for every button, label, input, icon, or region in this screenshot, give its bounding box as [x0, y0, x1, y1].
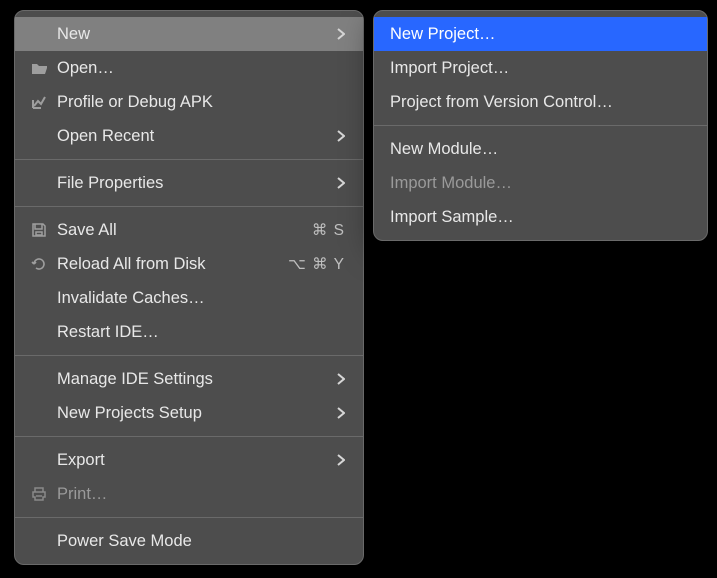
- menu-item-label: Reload All from Disk: [57, 255, 288, 274]
- menu-separator: [15, 436, 363, 437]
- menu-item-open[interactable]: Open…: [15, 51, 363, 85]
- save-icon: [31, 222, 57, 238]
- menu-item-label: Import Sample…: [390, 208, 689, 227]
- menu-item-label: Import Module…: [390, 174, 689, 193]
- chevron-right-icon: [331, 28, 345, 40]
- menu-separator: [15, 355, 363, 356]
- submenu-item-import-module: Import Module…: [374, 166, 707, 200]
- menu-item-label: Invalidate Caches…: [57, 289, 345, 308]
- file-menu: New Open… Profile or Debug APK Open Rece…: [14, 10, 364, 565]
- menu-item-file-properties[interactable]: File Properties: [15, 166, 363, 200]
- chevron-right-icon: [331, 177, 345, 189]
- menu-item-label: Power Save Mode: [57, 532, 345, 551]
- menu-item-open-recent[interactable]: Open Recent: [15, 119, 363, 153]
- menu-item-label: Export: [57, 451, 331, 470]
- menu-item-reload-all-from-disk[interactable]: Reload All from Disk ⌥ ⌘ Y: [15, 247, 363, 281]
- submenu-item-import-project[interactable]: Import Project…: [374, 51, 707, 85]
- menu-separator: [15, 159, 363, 160]
- menu-item-invalidate-caches[interactable]: Invalidate Caches…: [15, 281, 363, 315]
- menu-item-label: Save All: [57, 221, 289, 240]
- menu-item-print: Print…: [15, 477, 363, 511]
- menu-item-label: File Properties: [57, 174, 331, 193]
- menu-separator: [374, 125, 707, 126]
- menu-item-label: Project from Version Control…: [390, 93, 689, 112]
- menu-separator: [15, 517, 363, 518]
- menu-item-label: New Projects Setup: [57, 404, 331, 423]
- menu-separator: [15, 206, 363, 207]
- print-icon: [31, 486, 57, 502]
- menu-item-label: New Project…: [390, 25, 689, 44]
- menu-item-label: New Module…: [390, 140, 689, 159]
- menu-shortcut: ⌥ ⌘ Y: [288, 255, 345, 274]
- menu-item-label: Restart IDE…: [57, 323, 345, 342]
- folder-open-icon: [31, 61, 57, 75]
- menu-item-label: Import Project…: [390, 59, 689, 78]
- menu-item-label: Open Recent: [57, 127, 331, 146]
- menu-item-restart-ide[interactable]: Restart IDE…: [15, 315, 363, 349]
- submenu-item-new-module[interactable]: New Module…: [374, 132, 707, 166]
- menu-item-save-all[interactable]: Save All ⌘ S: [15, 213, 363, 247]
- submenu-item-new-project[interactable]: New Project…: [374, 17, 707, 51]
- menu-item-power-save-mode[interactable]: Power Save Mode: [15, 524, 363, 558]
- menu-item-export[interactable]: Export: [15, 443, 363, 477]
- menu-item-label: Open…: [57, 59, 345, 78]
- menu-item-label: Manage IDE Settings: [57, 370, 331, 389]
- menu-item-label: New: [57, 25, 331, 44]
- chevron-right-icon: [331, 454, 345, 466]
- menu-item-label: Print…: [57, 485, 345, 504]
- menu-item-profile-debug-apk[interactable]: Profile or Debug APK: [15, 85, 363, 119]
- menu-item-label: Profile or Debug APK: [57, 93, 345, 112]
- menu-item-manage-ide-settings[interactable]: Manage IDE Settings: [15, 362, 363, 396]
- chevron-right-icon: [331, 130, 345, 142]
- menu-item-new-projects-setup[interactable]: New Projects Setup: [15, 396, 363, 430]
- new-submenu: New Project… Import Project… Project fro…: [373, 10, 708, 241]
- menu-shortcut: ⌘ S: [289, 221, 345, 240]
- profile-debug-icon: [31, 94, 57, 110]
- reload-icon: [31, 256, 57, 272]
- chevron-right-icon: [331, 373, 345, 385]
- chevron-right-icon: [331, 407, 345, 419]
- submenu-item-import-sample[interactable]: Import Sample…: [374, 200, 707, 234]
- menu-item-new[interactable]: New: [15, 17, 363, 51]
- submenu-item-project-from-version-control[interactable]: Project from Version Control…: [374, 85, 707, 119]
